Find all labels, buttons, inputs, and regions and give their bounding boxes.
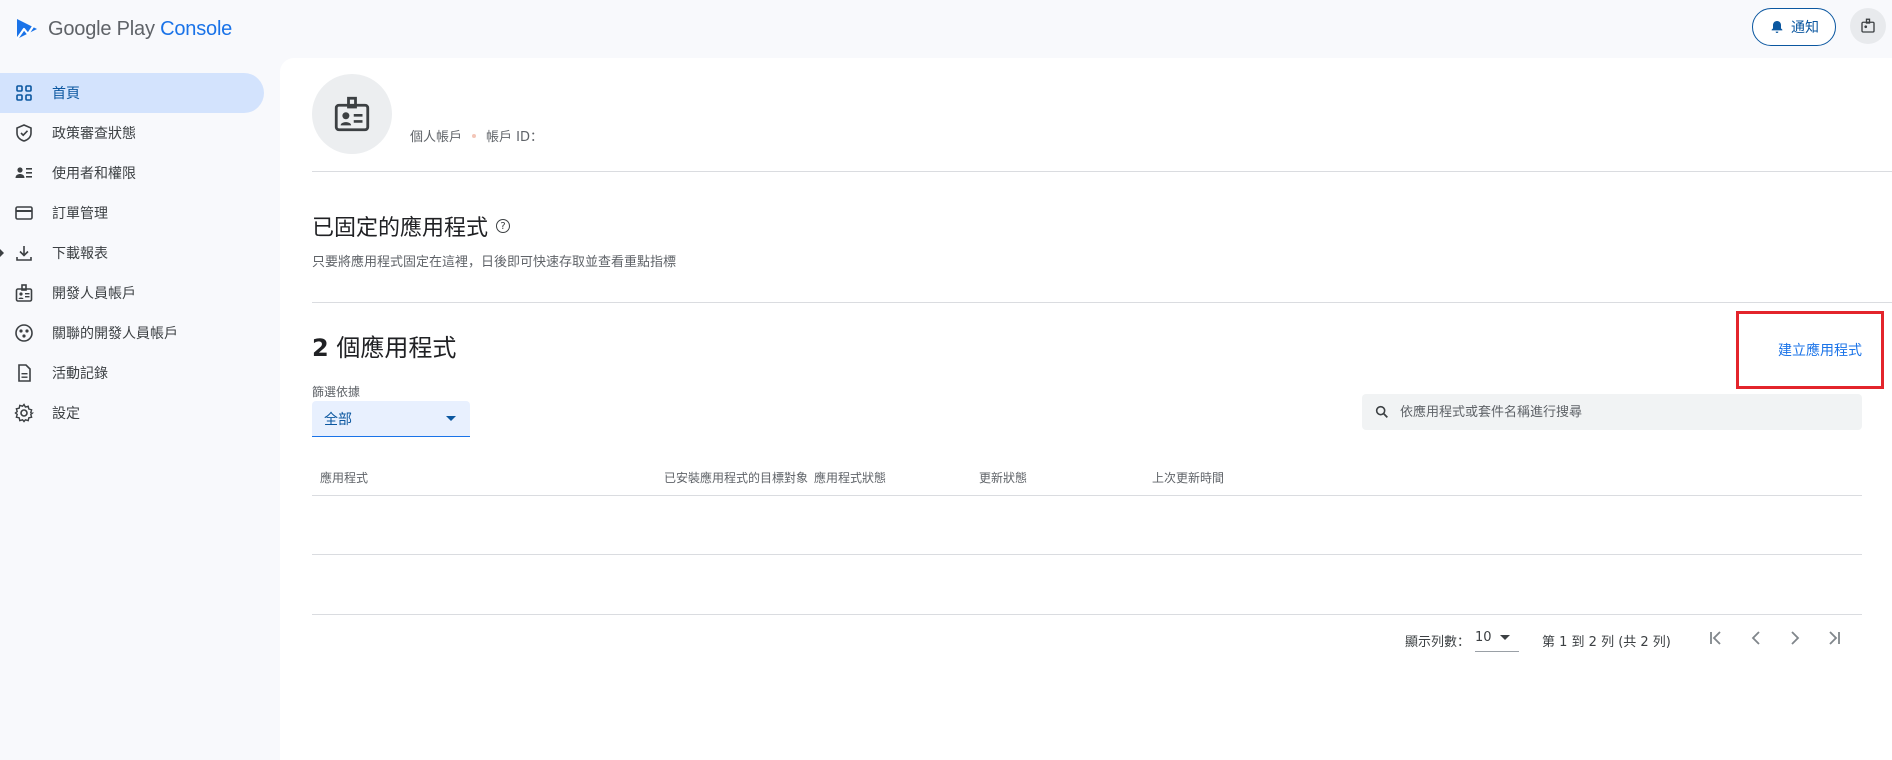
help-icon[interactable]: ? (496, 219, 511, 233)
create-app-button[interactable]: 建立應用程式 (1778, 340, 1862, 360)
sidebar-item-home[interactable]: 首頁 (0, 73, 264, 113)
pinned-apps-title: 已固定的應用程式 (312, 216, 489, 241)
document-icon (14, 363, 34, 383)
sidebar-item-activity-log[interactable]: 活動記錄 (0, 353, 280, 393)
search-input[interactable] (1400, 404, 1840, 420)
linked-accounts-icon (14, 323, 34, 343)
sidebar-item-label: 開發人員帳戶 (52, 286, 136, 302)
chevron-right-icon (1791, 631, 1800, 645)
first-page-icon (1710, 631, 1721, 645)
apps-count-heading: 2 個應用程式 (312, 328, 456, 363)
badge-icon (334, 96, 370, 132)
main-content: 個人帳戶 帳戶 ID： 已固定的應用程式 ? 只要將應用程式固定在這裡，日後即可… (280, 58, 1892, 760)
shield-check-icon (14, 123, 34, 143)
rows-per-page-label: 顯示列數： (1405, 635, 1471, 650)
brand-name: Google Play Console (48, 18, 232, 41)
next-page-button[interactable] (1781, 622, 1809, 654)
sidebar-item-label: 訂單管理 (52, 206, 108, 222)
grid-icon (14, 83, 34, 103)
table-row-divider (312, 554, 1862, 555)
brand-google-play: Google Play (48, 17, 155, 40)
app-search-box[interactable] (1362, 394, 1862, 430)
sidebar-nav: 首頁 政策審查狀態 使用者和權限 訂單管理 下載報表 開發人員帳戶 關聯的開發人… (0, 73, 280, 433)
dropdown-arrow-icon (446, 416, 456, 421)
bell-icon (1771, 21, 1783, 33)
column-header-app[interactable]: 應用程式 (320, 469, 368, 486)
badge-icon (14, 283, 34, 303)
badge-icon (1861, 18, 1875, 33)
column-header-update-status[interactable]: 更新狀態 (979, 469, 1027, 486)
separator-dot (472, 133, 477, 138)
apps-table-header: 應用程式 已安裝應用程式的目標對象 應用程式狀態 更新狀態 上次更新時間 (312, 460, 1862, 496)
account-info: 個人帳戶 帳戶 ID： (410, 126, 543, 145)
pagination-range: 第 1 到 2 列 (共 2 列) (1542, 635, 1671, 650)
sidebar-item-order-management[interactable]: 訂單管理 (0, 193, 280, 233)
notifications-button[interactable]: 通知 (1752, 8, 1836, 46)
sidebar-item-linked-developer-accounts[interactable]: 關聯的開發人員帳戶 (0, 313, 280, 353)
sidebar-item-label: 設定 (52, 406, 80, 422)
rows-per-page-select[interactable]: 10 (1475, 624, 1519, 652)
brand-console: Console (160, 17, 233, 40)
sidebar-item-label: 政策審查狀態 (52, 126, 136, 142)
google-play-console-logo[interactable]: Google Play Console (14, 16, 232, 42)
download-icon (14, 243, 34, 263)
sidebar-item-developer-account[interactable]: 開發人員帳戶 (0, 273, 280, 313)
apps-count-suffix: 個應用程式 (328, 334, 457, 362)
top-bar: Google Play Console 通知 (0, 0, 1892, 58)
expand-arrow-icon[interactable] (0, 249, 4, 257)
sidebar-item-users-permissions[interactable]: 使用者和權限 (0, 153, 280, 193)
account-button[interactable] (1850, 8, 1886, 44)
account-type: 個人帳戶 (410, 130, 463, 145)
sidebar-item-settings[interactable]: 設定 (0, 393, 280, 433)
sidebar-item-download-reports[interactable]: 下載報表 (0, 233, 280, 273)
credit-card-icon (14, 203, 34, 223)
filter-label: 篩選依據 (312, 385, 361, 399)
last-page-button[interactable] (1820, 622, 1848, 654)
sidebar-item-label: 活動記錄 (52, 366, 108, 382)
filter-value: 全部 (324, 411, 352, 428)
pinned-apps-heading: 已固定的應用程式 ? (312, 210, 511, 242)
column-header-last-updated[interactable]: 上次更新時間 (1152, 469, 1224, 486)
avatar[interactable] (312, 74, 392, 154)
search-icon (1375, 405, 1388, 418)
sidebar-item-label: 關聯的開發人員帳戶 (52, 326, 178, 342)
gear-icon (14, 403, 34, 423)
dropdown-arrow-icon (1499, 635, 1510, 640)
sidebar-item-label: 首頁 (52, 86, 80, 102)
account-id-label: 帳戶 ID： (486, 130, 543, 145)
first-page-button[interactable] (1702, 622, 1730, 654)
sidebar-item-label: 下載報表 (52, 246, 108, 262)
filter-dropdown[interactable]: 全部 (312, 401, 470, 437)
account-header: 個人帳戶 帳戶 ID： (312, 74, 1892, 172)
last-page-icon (1829, 631, 1840, 645)
column-header-app-status[interactable]: 應用程式狀態 (814, 469, 886, 486)
sidebar-item-policy-status[interactable]: 政策審查狀態 (0, 113, 280, 153)
column-header-installed-audience[interactable]: 已安裝應用程式的目標對象 (664, 469, 808, 486)
previous-page-button[interactable] (1742, 622, 1770, 654)
users-list-icon (14, 163, 34, 183)
notifications-label: 通知 (1791, 20, 1819, 36)
sidebar-item-label: 使用者和權限 (52, 166, 136, 182)
chevron-left-icon (1751, 631, 1760, 645)
rows-per-page-value: 10 (1475, 630, 1492, 645)
table-row-divider (312, 614, 1862, 615)
section-divider (312, 302, 1892, 303)
apps-count-number: 2 (312, 334, 329, 362)
play-console-logo-icon (16, 19, 37, 40)
pinned-apps-description: 只要將應用程式固定在這裡，日後即可快速存取並查看重點指標 (312, 255, 677, 270)
